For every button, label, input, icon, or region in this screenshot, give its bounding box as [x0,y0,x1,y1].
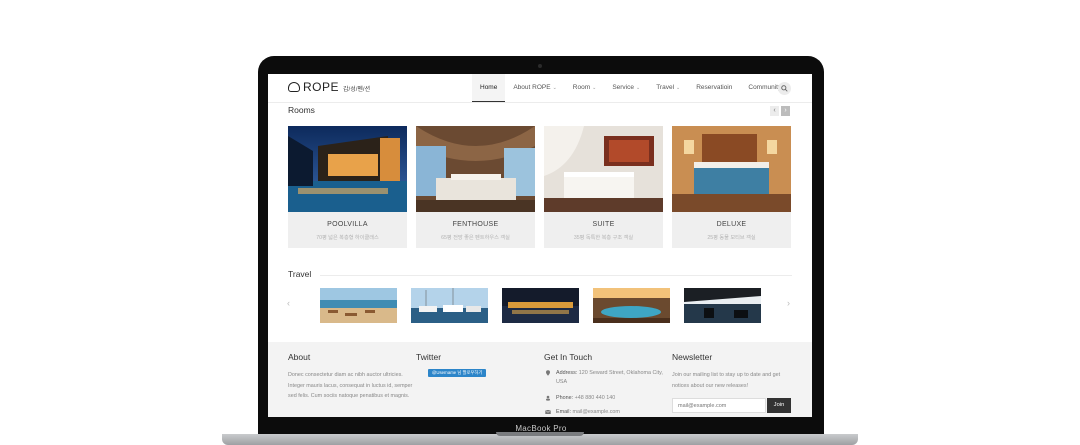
room-image [288,126,407,212]
travel-divider [320,275,792,276]
nav-item-service[interactable]: Service ⌄ [604,74,648,102]
nav-label: Room [572,84,591,91]
nav-label: Reservatioin [696,84,733,91]
chevron-down-icon: ⌄ [676,85,681,91]
contact-address: Address: 120 Seward Street, Oklahoma Cit… [545,369,666,387]
travel-prev-button[interactable]: ‹ [287,298,290,308]
room-description: 35평 독특한 복층 구조 객실 [573,235,634,241]
nav-label: Service [612,84,634,91]
room-image [416,126,535,212]
phone-icon [546,395,550,401]
travel-next-button[interactable]: › [787,298,790,308]
contact-email: Email: mail@example.com [545,408,620,417]
newsletter-title: Newsletter [672,352,713,362]
logo-icon [288,82,300,92]
rooms-next-button[interactable]: › [781,106,790,116]
room-card-fenthouse[interactable]: FENTHOUSE 65평 전망 좋은 펜트하우스 객실 [416,126,535,248]
room-name: SUITE [592,221,615,228]
newsletter-text: Join our mailing list to stay up to date… [672,372,781,389]
nav-item-reservation[interactable]: Reservatioin [688,74,740,102]
twitter-follow-label: @Username 님 팔로우하기 [432,370,483,375]
site-header: ROPE 갑/성/펜/션 Home About ROPE ⌄ Room ⌄ Serv… [268,74,812,103]
logo-subtitle: 갑/성/펜/션 [343,87,371,93]
about-title: About [288,352,311,362]
room-description: 25평 동물 모티브 객실 [707,235,756,241]
envelope-icon [545,409,551,414]
logo-text: ROPE [303,80,340,94]
room-name: FENTHOUSE [452,221,499,228]
room-name: DELUXE [716,221,747,228]
site-footer: About Donec consectetur diam ac nibh auc… [268,342,812,417]
nav-label: Home [480,84,498,91]
twitter-title: Twitter [416,352,442,362]
laptop-notch [496,432,584,436]
camera-icon [538,64,542,68]
search-icon [781,85,788,92]
address-label: Address: [556,370,578,376]
chevron-down-icon: ⌄ [592,85,597,91]
phone-label: Phone: [556,395,574,401]
room-name: POOLVILLA [327,221,368,228]
travel-image[interactable] [320,288,397,323]
map-pin-icon [546,370,550,376]
website-screen: ROPE 갑/성/펜/션 Home About ROPE ⌄ Room ⌄ Serv… [268,74,812,417]
nav-item-about[interactable]: About ROPE ⌄ [505,74,564,102]
contact-phone: Phone: +48 880 440 140 [545,394,615,403]
main-nav: Home About ROPE ⌄ Room ⌄ Service ⌄ Travel ⌄ … [472,74,789,102]
room-description: 70평 넓은 복층형 하이클래스 [316,235,379,241]
email-value[interactable]: mail@example.com [572,409,619,415]
chevron-down-icon: ⌄ [636,85,641,91]
room-card-suite[interactable]: SUITE 35평 독특한 복층 구조 객실 [544,126,663,248]
nav-label: About ROPE [513,84,551,91]
room-image [544,126,663,212]
about-text: Donec consectetur diam ac nibh auctor ul… [288,372,413,399]
nav-label: Travel [656,84,675,91]
travel-image[interactable] [502,288,579,323]
room-image [672,126,791,212]
newsletter-email-input[interactable] [672,398,766,413]
chevron-down-icon: ⌄ [552,85,557,91]
email-label: Email: [556,409,571,415]
rooms-title: Rooms [288,105,315,115]
phone-value: +48 880 440 140 [574,395,616,401]
room-card-deluxe[interactable]: DELUXE 25평 동물 모티브 객실 [672,126,791,248]
search-button[interactable] [778,82,791,95]
twitter-follow-button[interactable]: @Username 님 팔로우하기 [428,369,487,377]
site-logo[interactable]: ROPE 갑/성/펜/션 [288,80,370,94]
room-description: 65평 전망 좋은 펜트하우스 객실 [441,235,510,241]
nav-item-travel[interactable]: Travel ⌄ [648,74,688,102]
travel-image[interactable] [411,288,488,323]
rooms-prev-button[interactable]: ‹ [770,106,779,116]
join-button[interactable]: Join [767,398,791,413]
nav-item-room[interactable]: Room ⌄ [565,74,605,102]
room-card-poolvilla[interactable]: POOLVILLA 70평 넓은 복층형 하이클래스 [288,126,407,248]
travel-image[interactable] [684,288,761,323]
travel-title: Travel [288,269,312,279]
travel-image[interactable] [593,288,670,323]
contact-title: Get In Touch [544,352,593,362]
nav-label: Community [748,84,782,91]
nav-item-home[interactable]: Home [472,74,506,102]
